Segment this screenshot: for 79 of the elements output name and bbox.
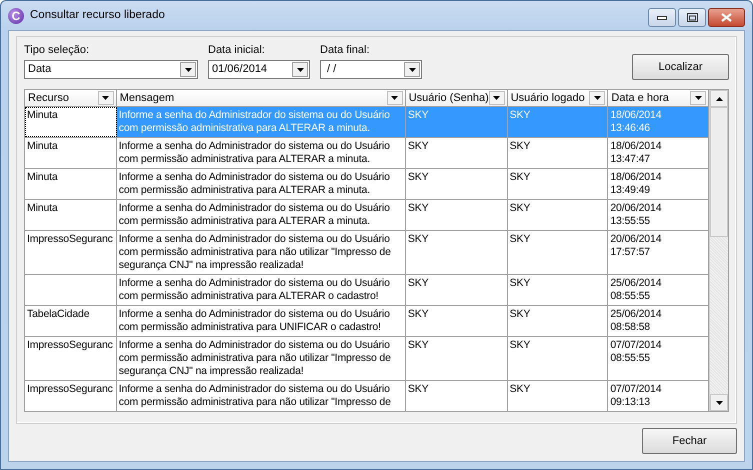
column-header[interactable]: Usuário logado (508, 90, 608, 106)
table-cell: Minuta (25, 138, 117, 168)
table-cell: SKY (508, 381, 608, 411)
table-row[interactable]: Minuta Informe a senha do Administrador do sistema ou do Usuário com permissão administrativa para ALTERAR a minuta. SKY SKY 18/06/2014 13:49:49 (25, 169, 710, 200)
table-cell: SKY (406, 306, 508, 336)
maximize-icon (686, 13, 698, 22)
table-cell: Informe a senha do Administrador do sistema ou do Usuário com permissão administrativa para ALTERAR a minuta. (116, 107, 406, 137)
app-icon: C (8, 8, 24, 24)
table-cell: Informe a senha do Administrador do sistema ou do Usuário com permissão administrativa para ALTERAR o cadastro! (116, 275, 406, 305)
table-cell: SKY (406, 169, 508, 199)
caret-icon (594, 96, 601, 100)
window-title: Consultar recurso liberado (30, 9, 166, 22)
table-cell: SKY (406, 231, 508, 274)
scrollbar-track[interactable] (709, 90, 728, 411)
table-cell: Informe a senha do Administrador do sistema ou do Usuário com permissão administrativa para não utilizar "Impresso de (116, 381, 406, 411)
field-label: Data final: (320, 44, 371, 57)
scrollbar-thumb[interactable] (710, 107, 728, 237)
table-cell: SKY (406, 275, 508, 305)
arrow-down-icon (716, 400, 723, 404)
table-row[interactable] (25, 337, 710, 381)
close-dialog-button[interactable]: Fechar (642, 428, 737, 454)
arrow-up-icon (716, 96, 723, 100)
combo-box[interactable]: 01/06/2014 (208, 60, 310, 79)
table-cell: ImpressoSeguranc (25, 231, 117, 274)
table-row[interactable]: Minuta Informe a senha do Administrador do sistema ou do Usuário com permissão administrativa para ALTERAR a minuta. SKY SKY 18/06/2014 13:46:46 (25, 107, 710, 138)
table-cell: Minuta (25, 169, 117, 199)
table-cell: SKY (508, 107, 608, 137)
table-row[interactable]: Minuta Informe a senha do Administrador do sistema ou do Usuário com permissão administrativa para ALTERAR a minuta. SKY SKY 20/06/2014 13:55:55 (25, 200, 710, 231)
minimize-icon (657, 16, 667, 20)
maximize-button[interactable] (678, 8, 706, 27)
column-header[interactable]: Mensagem (116, 90, 406, 106)
table-row[interactable] (25, 231, 710, 275)
table-row[interactable]: Informe a senha do Administrador do sistema ou do Usuário com permissão administrativa para ALTERAR o cadastro! SKY SKY 25/06/2014 08:55:55 (25, 275, 710, 306)
dropdown-arrow-icon (296, 68, 304, 72)
combo-box[interactable]: / / (320, 60, 422, 79)
search-button[interactable]: Localizar (632, 54, 729, 80)
table-cell: ImpressoSeguranc (25, 381, 117, 411)
table-cell: SKY (508, 169, 608, 199)
column-header[interactable]: Recurso (25, 90, 117, 106)
table-cell: SKY (406, 337, 508, 380)
table-cell: SKY (406, 138, 508, 168)
close-button[interactable] (708, 8, 745, 27)
table-cell: Minuta (25, 107, 117, 137)
scroll-up-button[interactable] (710, 90, 728, 107)
table-cell: Minuta (25, 200, 117, 230)
minimize-button[interactable] (648, 8, 676, 27)
table-cell: Informe a senha do Administrador do sistema ou do Usuário com permissão administrativa para não utilizar "Impresso de segurança CNJ" na impressão realizada! (116, 337, 406, 380)
table-cell: SKY (406, 107, 508, 137)
table-cell: TabelaCidade (25, 306, 117, 336)
dropdown-arrow-icon (184, 68, 192, 72)
table-cell: SKY (508, 275, 608, 305)
caret-icon (493, 96, 500, 100)
column-header[interactable]: Usuário (Senha) (406, 90, 508, 106)
table-cell: Informe a senha do Administrador do sistema ou do Usuário com permissão administrativa para ALTERAR a minuta. (116, 200, 406, 230)
table-cell: Informe a senha do Administrador do sistema ou do Usuário com permissão administrativa para não utilizar "Impresso de segurança CNJ" na impressão realizada! (116, 231, 406, 274)
scroll-down-button[interactable] (710, 394, 728, 411)
table-row[interactable]: TabelaCidade Informe a senha do Administrador do sistema ou do Usuário com permissão administrativa para UNIFICAR o cadastro! SKY SKY 25/06/2014 08:58:58 (25, 306, 710, 337)
table-cell: SKY (508, 200, 608, 230)
close-icon (721, 13, 732, 22)
table-cell: SKY (508, 337, 608, 380)
table-cell: SKY (406, 381, 508, 411)
caret-icon (102, 96, 110, 100)
field-label: Data inicial: (208, 44, 266, 57)
table-cell: Informe a senha do Administrador do sistema ou do Usuário com permissão administrativa para UNIFICAR o cadastro! (116, 306, 406, 336)
table-cell: SKY (508, 231, 608, 274)
dropdown-arrow-icon (408, 68, 416, 72)
combo-box[interactable]: Data (24, 60, 198, 79)
caret-icon (694, 96, 702, 100)
table-cell: ImpressoSeguranc (25, 337, 117, 380)
column-header[interactable]: Data e hora (608, 90, 710, 106)
table-cell: SKY (406, 200, 508, 230)
table-cell: SKY (508, 306, 608, 336)
table-cell: Informe a senha do Administrador do sistema ou do Usuário com permissão administrativa para ALTERAR a minuta. (116, 138, 406, 168)
field-label: Tipo seleção: (24, 44, 90, 57)
caret-icon (391, 96, 398, 100)
table-row[interactable]: Minuta Informe a senha do Administrador do sistema ou do Usuário com permissão administrativa para ALTERAR a minuta. SKY SKY 18/06/2014 13:47:47 (25, 138, 710, 169)
table-cell: SKY (508, 138, 608, 168)
table-cell: Informe a senha do Administrador do sistema ou do Usuário com permissão administrativa para ALTERAR a minuta. (116, 169, 406, 199)
table-cell: 18/06/2014 13:46:46 (608, 107, 710, 137)
